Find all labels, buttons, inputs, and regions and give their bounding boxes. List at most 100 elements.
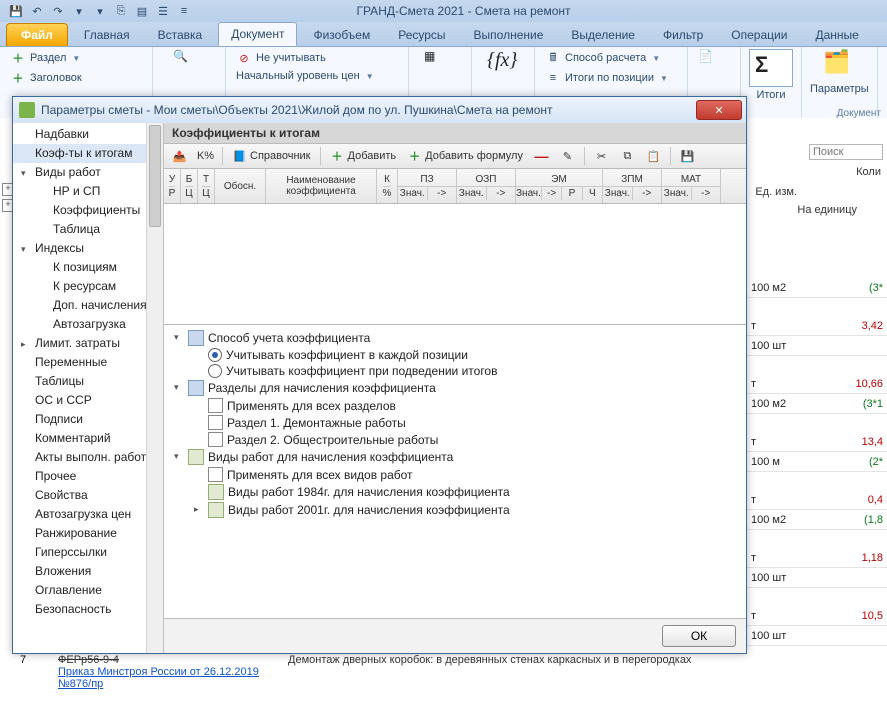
search-input[interactable]	[809, 144, 883, 160]
btn-itogi-poz[interactable]: ≡Итоги по позиции▼	[541, 69, 681, 87]
chk-section-1[interactable]: Раздел 1. Демонтажные работы	[164, 414, 746, 431]
cell-unit: т	[747, 490, 815, 509]
chevron-down-icon: ▼	[366, 72, 374, 81]
chk-section-2[interactable]: Раздел 2. Общестроительные работы	[164, 431, 746, 448]
dialog-titlebar[interactable]: Параметры сметы - Мои сметы\Объекты 2021…	[13, 97, 746, 124]
tree-item[interactable]: ▾Виды работ	[13, 163, 163, 182]
tree-item-label: Свойства	[35, 488, 88, 502]
tree-item[interactable]: Автозагрузка цен	[13, 505, 163, 524]
minus-icon: —	[534, 149, 549, 164]
tree-item[interactable]: Акты выполн. работ	[13, 448, 163, 467]
tb-kperc-icon[interactable]: K%	[194, 148, 217, 165]
tb-out-icon[interactable]: 📤	[168, 148, 191, 165]
tab-resources[interactable]: Ресурсы	[386, 24, 457, 46]
tree-item[interactable]: Доп. начисления	[13, 296, 163, 315]
radio-each-pos[interactable]: Учитывать коэффициент в каждой позиции	[164, 347, 746, 363]
doc-icon[interactable]: 📄	[698, 49, 730, 81]
tree-item[interactable]: К позициям	[13, 258, 163, 277]
params-icon[interactable]: 🗂️	[823, 49, 855, 81]
tree-item[interactable]: Вложения	[13, 562, 163, 581]
group-sections[interactable]: ▾Разделы для начисления коэффициента	[164, 379, 746, 397]
qa-dd2-icon[interactable]: ▾	[92, 3, 108, 19]
grid-icon[interactable]: ▦	[424, 49, 456, 81]
btn-dobavit[interactable]: ＋Добавить	[326, 148, 401, 165]
group-coef-mode[interactable]: ▾Способ учета коэффициента	[164, 329, 746, 347]
tree-item[interactable]: Свойства	[13, 486, 163, 505]
tab-filter[interactable]: Фильтр	[651, 24, 715, 46]
tree-item[interactable]: Комментарий	[13, 429, 163, 448]
tree-item[interactable]: Оглавление	[13, 581, 163, 600]
tree-item[interactable]: Автозагрузка	[13, 315, 163, 334]
tab-ops[interactable]: Операции	[719, 24, 799, 46]
btn-paste[interactable]: 📋	[642, 148, 665, 165]
tree-item[interactable]: Переменные	[13, 353, 163, 372]
qa-tool2-icon[interactable]: ▤	[134, 3, 150, 19]
qa-tool3-icon[interactable]: ☰	[155, 3, 171, 19]
chk-all-sections[interactable]: Применять для всех разделов	[164, 397, 746, 414]
qa-tool4-icon[interactable]: ≡	[176, 3, 192, 19]
tab-select[interactable]: Выделение	[559, 24, 647, 46]
tree-item[interactable]: Безопасность	[13, 600, 163, 619]
qa-tool-icon[interactable]: ⎘	[113, 3, 129, 19]
btn-dob-formula[interactable]: ＋Добавить формулу	[403, 148, 527, 165]
wt-1984[interactable]: Виды работ 1984г. для начисления коэффиц…	[164, 483, 746, 501]
label-ne-uch: Не учитывать	[256, 52, 326, 64]
scrollbar[interactable]	[146, 123, 163, 653]
tree-item[interactable]: Надбавки	[13, 125, 163, 144]
tree-item[interactable]: Подписи	[13, 410, 163, 429]
btn-edit[interactable]: ✎	[556, 148, 579, 165]
tree-item[interactable]: ОС и ССР	[13, 391, 163, 410]
tree-item[interactable]: ▸Лимит. затраты	[13, 334, 163, 353]
row-order[interactable]: Приказ Минстроя России от 26.12.2019 №87…	[58, 666, 259, 690]
wt-2001[interactable]: ▸Виды работ 2001г. для начисления коэффи…	[164, 501, 746, 519]
tree-item[interactable]: Гиперссылки	[13, 543, 163, 562]
tab-insert[interactable]: Вставка	[146, 24, 215, 46]
btn-cut[interactable]: ✂	[590, 148, 613, 165]
tab-data[interactable]: Данные	[803, 24, 870, 46]
tree-item-label: ОС и ССР	[35, 393, 92, 407]
radio-icon	[208, 364, 222, 378]
tree-item[interactable]: НР и СП	[13, 182, 163, 201]
btn-spravochnik[interactable]: 📘Справочник	[228, 148, 315, 165]
tab-document[interactable]: Документ	[218, 22, 297, 46]
tree-item[interactable]: Таблицы	[13, 372, 163, 391]
btn-ne-uch[interactable]: ⊘Не учитывать	[232, 49, 402, 67]
tree-item[interactable]: К ресурсам	[13, 277, 163, 296]
cell-unit: 100 шт	[747, 568, 815, 587]
grid-body[interactable]	[164, 204, 746, 325]
btn-save[interactable]: 💾	[676, 148, 699, 165]
close-button[interactable]: ✕	[696, 100, 742, 120]
scrollbar-thumb[interactable]	[149, 125, 161, 227]
tree-item[interactable]: Прочее	[13, 467, 163, 486]
qa-save-icon[interactable]: 💾	[8, 3, 24, 19]
btn-nach-level[interactable]: Начальный уровень цен▼	[232, 69, 402, 83]
btn-copy[interactable]: ⧉	[616, 148, 639, 165]
tab-main[interactable]: Главная	[72, 24, 142, 46]
fx-icon[interactable]: {fx}	[487, 49, 519, 81]
row-code[interactable]: ФЕРр56-9-4	[58, 654, 288, 666]
row-number: 7	[20, 654, 58, 690]
btn-zagolovok[interactable]: ＋Заголовок	[6, 69, 146, 87]
magnify-icon[interactable]: 🔍	[173, 49, 205, 81]
btn-sposob[interactable]: 🖩Способ расчета▼	[541, 49, 681, 67]
qa-undo-icon[interactable]: ↶	[29, 3, 45, 19]
btn-remove[interactable]: —	[530, 148, 553, 165]
sigma-icon[interactable]: Σ	[749, 49, 793, 87]
tab-exec[interactable]: Выполнение	[462, 24, 556, 46]
tab-file[interactable]: Файл	[6, 23, 68, 46]
qa-redo-icon[interactable]: ↷	[50, 3, 66, 19]
radio-at-totals[interactable]: Учитывать коэффициент при подведении ито…	[164, 363, 746, 379]
tree-item[interactable]: Коэффициенты	[13, 201, 163, 220]
tree-item[interactable]: Ранжирование	[13, 524, 163, 543]
tree-item[interactable]: Коэф-ты к итогам	[13, 144, 163, 163]
qa-dd-icon[interactable]: ▾	[71, 3, 87, 19]
group-worktypes[interactable]: ▾Виды работ для начисления коэффициента	[164, 448, 746, 466]
ok-button[interactable]: ОК	[662, 625, 736, 647]
btn-razdel[interactable]: ＋Раздел▼	[6, 49, 146, 67]
collapse-icon: ▾	[174, 332, 179, 343]
tree-item[interactable]: ▾Индексы	[13, 239, 163, 258]
tab-fiz[interactable]: Физобъем	[301, 24, 382, 46]
tree-item[interactable]: Таблица	[13, 220, 163, 239]
plus-icon: ＋	[330, 149, 345, 164]
chk-all-worktypes[interactable]: Применять для всех видов работ	[164, 466, 746, 483]
